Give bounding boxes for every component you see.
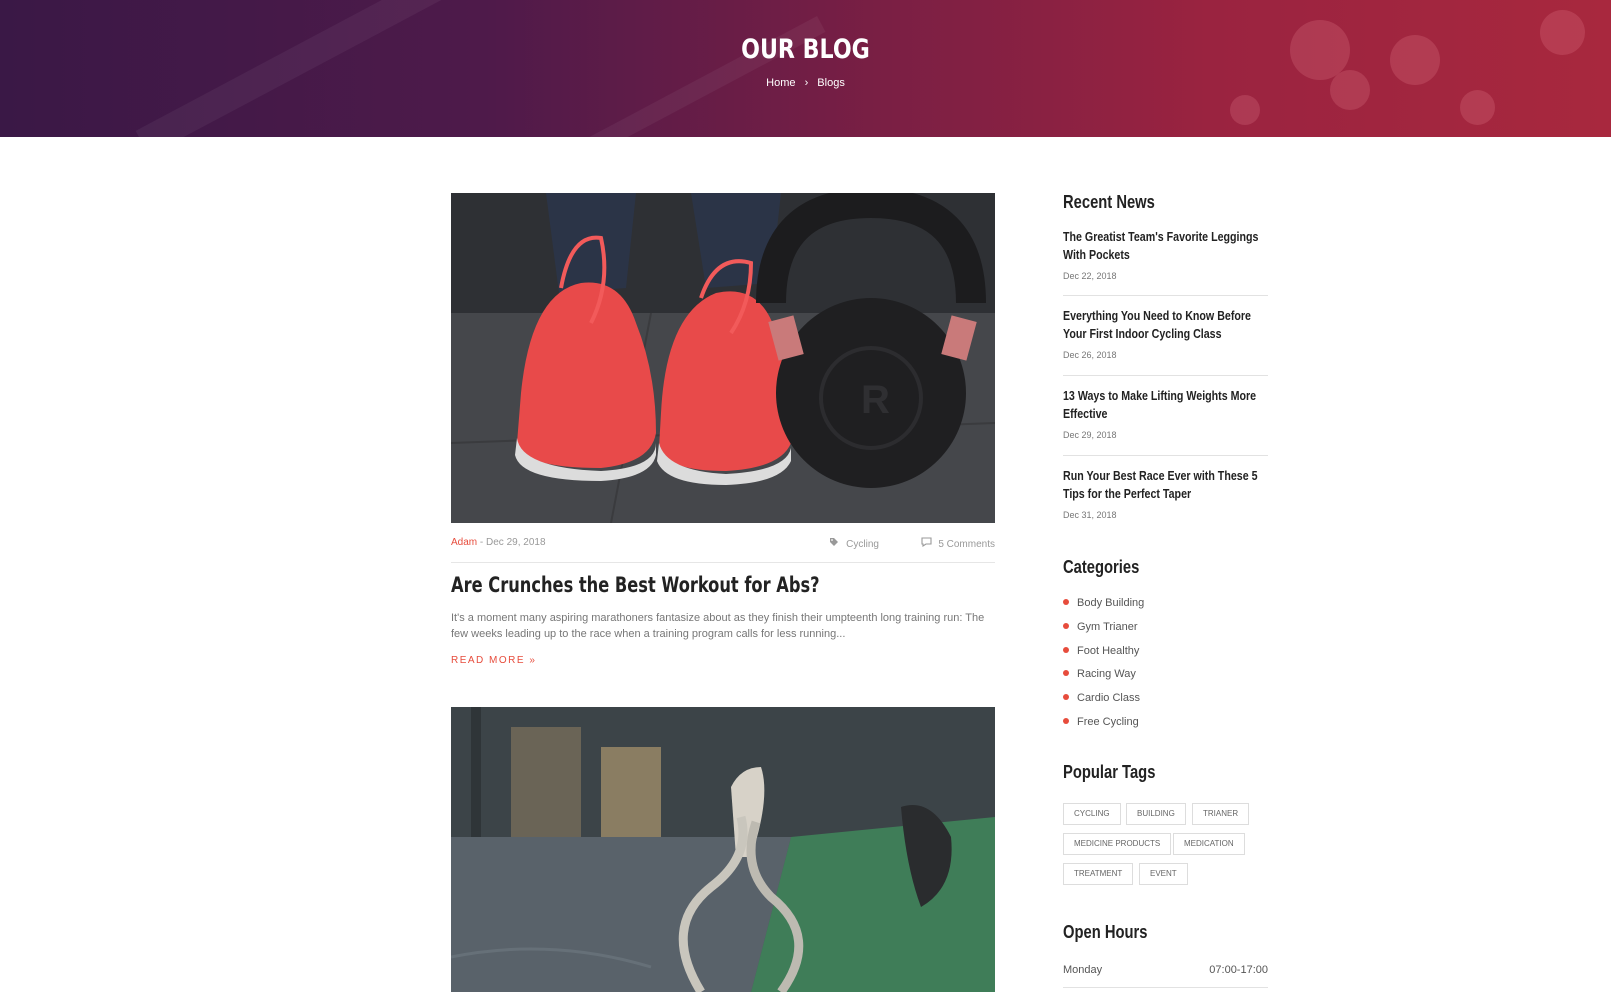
bokeh-decoration — [1330, 70, 1370, 110]
category-item-free-cycling[interactable]: Free Cycling — [1063, 716, 1139, 728]
streak-decoration — [135, 0, 485, 137]
bokeh-decoration — [1230, 95, 1260, 125]
post-featured-image[interactable]: R — [451, 193, 995, 523]
bullet-icon — [1063, 623, 1069, 630]
tag-trianer[interactable]: TRIANER — [1192, 803, 1250, 825]
tag-building[interactable]: BUILDING — [1126, 803, 1186, 825]
recent-news-title[interactable]: Run Your Best Race Ever with These 5 Tip… — [1063, 467, 1268, 503]
category-item-body-building[interactable]: Body Building — [1063, 597, 1144, 609]
post-title-link[interactable]: Are Crunches the Best Workout for Abs? — [451, 573, 919, 597]
post-comments-link[interactable]: 5 Comments — [938, 539, 995, 550]
post-date: - Dec 29, 2018 — [479, 537, 546, 548]
categories-heading: Categories — [1063, 557, 1140, 577]
recent-news-title[interactable]: Everything You Need to Know Before Your … — [1063, 307, 1268, 343]
bokeh-decoration — [1540, 10, 1585, 55]
post-featured-image-2[interactable] — [451, 707, 995, 992]
recent-news-item[interactable]: Run Your Best Race Ever with These 5 Tip… — [1063, 467, 1268, 520]
recent-news-title[interactable]: The Greatist Team's Favorite Leggings Wi… — [1063, 228, 1268, 264]
chevron-right-icon: › — [804, 77, 809, 90]
category-item-gym-trianer[interactable]: Gym Trianer — [1063, 621, 1138, 633]
hours-day: Monday — [1063, 964, 1103, 976]
recent-news-item[interactable]: Everything You Need to Know Before Your … — [1063, 307, 1268, 360]
post-category-link[interactable]: Cycling — [846, 539, 879, 550]
post-meta-bar: Adam - Dec 29, 2018 Cycling 5 Comments — [451, 537, 995, 563]
recent-news-date: Dec 22, 2018 — [1063, 271, 1117, 281]
tag-treatment[interactable]: TREATMENT — [1063, 863, 1134, 885]
recent-news-item[interactable]: The Greatist Team's Favorite Leggings Wi… — [1063, 228, 1268, 281]
divider — [1063, 455, 1268, 456]
post-excerpt: It's a moment many aspiring marathoners … — [451, 612, 985, 640]
breadcrumb-current: Blogs — [817, 77, 845, 90]
bullet-icon — [1063, 670, 1069, 677]
popular-tags-heading: Popular Tags — [1063, 762, 1156, 782]
divider — [1063, 987, 1268, 988]
recent-news-date: Dec 29, 2018 — [1063, 430, 1117, 440]
bullet-icon — [1063, 694, 1069, 701]
bokeh-decoration — [1460, 90, 1495, 125]
recent-news-date: Dec 31, 2018 — [1063, 510, 1117, 520]
page-title: OUR BLOG — [741, 34, 870, 65]
battle-ropes-illustration — [451, 707, 995, 992]
divider — [1063, 295, 1268, 296]
divider — [1063, 375, 1268, 376]
sneakers-kettlebell-illustration: R — [451, 193, 995, 523]
tag-event[interactable]: EVENT — [1139, 863, 1188, 885]
tag-medicine-products[interactable]: MEDICINE PRODUCTS — [1063, 833, 1172, 855]
open-hours-heading: Open Hours — [1063, 922, 1148, 942]
breadcrumb-home-link[interactable]: Home — [766, 77, 795, 89]
bullet-icon — [1063, 718, 1069, 725]
tag-icon — [829, 538, 842, 550]
page-hero-banner: OUR BLOG Home › Blogs — [0, 0, 1611, 137]
category-item-foot-healthy[interactable]: Foot Healthy — [1063, 645, 1139, 657]
category-item-racing-way[interactable]: Racing Way — [1063, 668, 1136, 680]
comment-icon — [920, 537, 935, 550]
bullet-icon — [1063, 599, 1069, 606]
post-author-link[interactable]: Adam — [451, 537, 477, 548]
tag-medication[interactable]: MEDICATION — [1173, 833, 1245, 855]
read-more-link[interactable]: READ MORE » — [451, 655, 536, 666]
breadcrumb: Home › Blogs — [0, 77, 1611, 89]
recent-news-heading: Recent News — [1063, 192, 1155, 212]
bullet-icon — [1063, 647, 1069, 654]
hours-time: 07:00-17:00 — [1209, 964, 1268, 976]
category-item-cardio-class[interactable]: Cardio Class — [1063, 692, 1140, 704]
recent-news-item[interactable]: 13 Ways to Make Lifting Weights More Eff… — [1063, 387, 1268, 440]
recent-news-date: Dec 26, 2018 — [1063, 350, 1117, 360]
tag-cycling[interactable]: CYCLING — [1063, 803, 1121, 825]
svg-text:R: R — [861, 378, 890, 422]
open-hours-row: Monday 07:00-17:00 — [1063, 964, 1268, 976]
recent-news-title[interactable]: 13 Ways to Make Lifting Weights More Eff… — [1063, 387, 1268, 423]
